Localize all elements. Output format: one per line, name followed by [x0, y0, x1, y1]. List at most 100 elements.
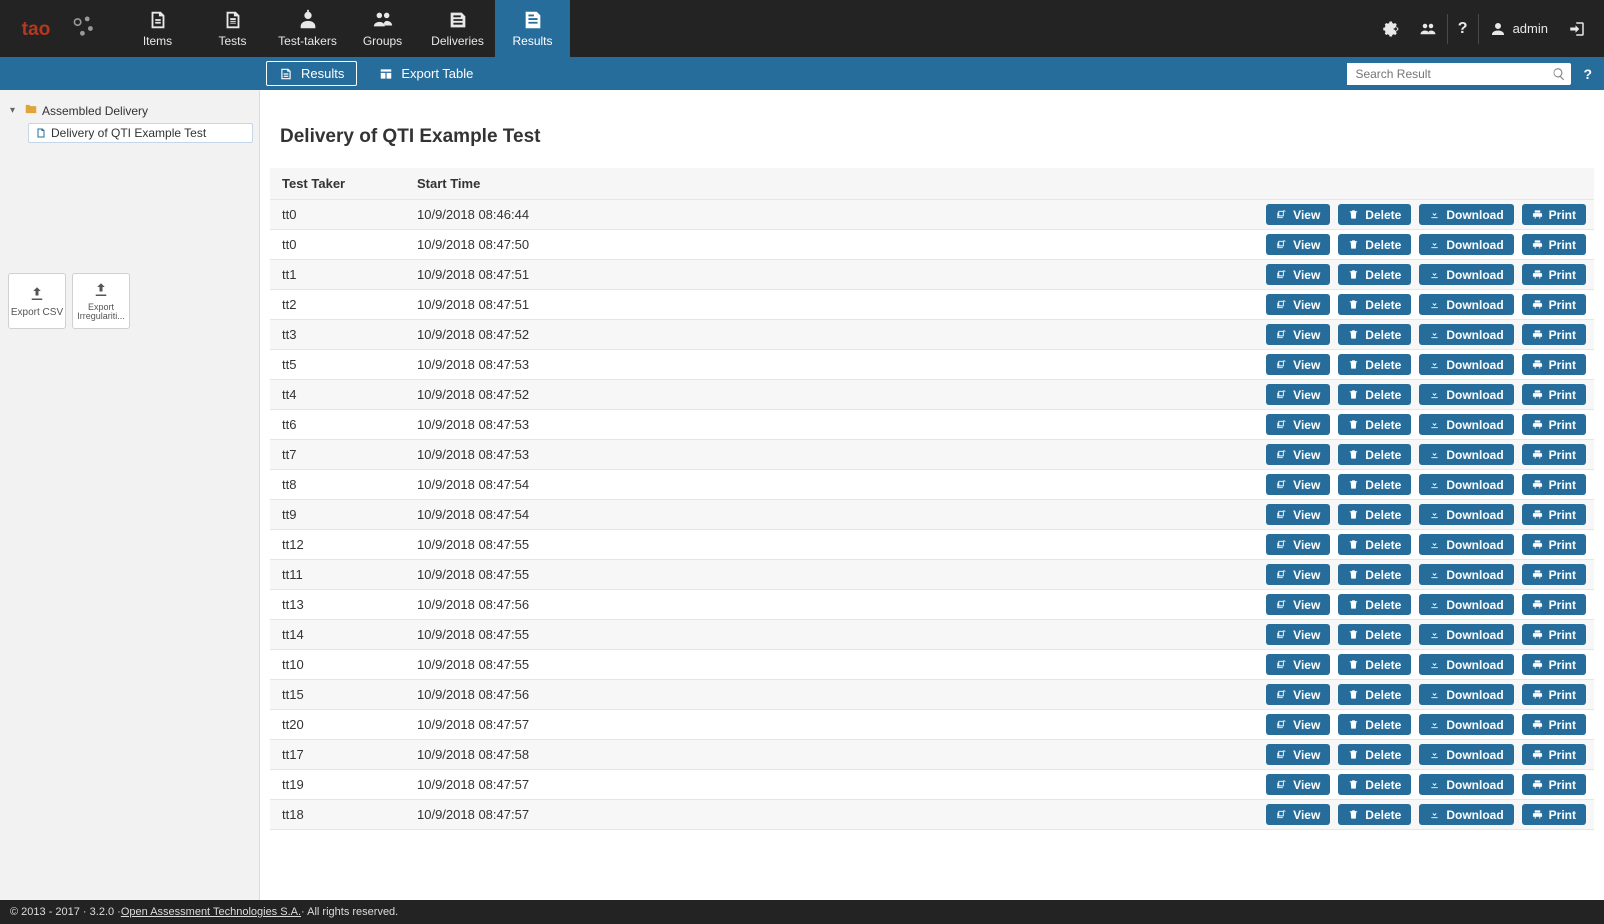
delete-button[interactable]: Delete — [1338, 234, 1411, 255]
view-button[interactable]: View — [1266, 264, 1330, 285]
download-button[interactable]: Download — [1419, 234, 1513, 255]
delete-button[interactable]: Delete — [1338, 414, 1411, 435]
download-button[interactable]: Download — [1419, 714, 1513, 735]
view-button[interactable]: View — [1266, 774, 1330, 795]
view-button[interactable]: View — [1266, 534, 1330, 555]
print-button[interactable]: Print — [1522, 654, 1586, 675]
download-button[interactable]: Download — [1419, 414, 1513, 435]
tree-toggle-icon[interactable]: ▾ — [10, 105, 20, 116]
print-button[interactable]: Print — [1522, 384, 1586, 405]
print-button[interactable]: Print — [1522, 444, 1586, 465]
print-button[interactable]: Print — [1522, 294, 1586, 315]
delete-button[interactable]: Delete — [1338, 594, 1411, 615]
print-button[interactable]: Print — [1522, 684, 1586, 705]
download-button[interactable]: Download — [1419, 534, 1513, 555]
delete-button[interactable]: Delete — [1338, 804, 1411, 825]
footer-link[interactable]: Open Assessment Technologies S.A. — [121, 906, 301, 918]
view-button[interactable]: View — [1266, 564, 1330, 585]
print-button[interactable]: Print — [1522, 594, 1586, 615]
view-button[interactable]: View — [1266, 594, 1330, 615]
delete-button[interactable]: Delete — [1338, 564, 1411, 585]
tree-child-selected[interactable]: Delivery of QTI Example Test — [28, 123, 253, 143]
download-button[interactable]: Download — [1419, 744, 1513, 765]
delete-button[interactable]: Delete — [1338, 744, 1411, 765]
print-button[interactable]: Print — [1522, 774, 1586, 795]
delete-button[interactable]: Delete — [1338, 354, 1411, 375]
settings-icon[interactable] — [1371, 0, 1409, 57]
print-button[interactable]: Print — [1522, 714, 1586, 735]
view-button[interactable]: View — [1266, 384, 1330, 405]
view-button[interactable]: View — [1266, 444, 1330, 465]
delete-button[interactable]: Delete — [1338, 624, 1411, 645]
download-button[interactable]: Download — [1419, 654, 1513, 675]
print-button[interactable]: Print — [1522, 234, 1586, 255]
view-button[interactable]: View — [1266, 654, 1330, 675]
nav-results[interactable]: Results — [495, 0, 570, 57]
download-button[interactable]: Download — [1419, 684, 1513, 705]
export-csv-button[interactable]: Export CSV — [8, 273, 66, 329]
download-button[interactable]: Download — [1419, 774, 1513, 795]
delete-button[interactable]: Delete — [1338, 504, 1411, 525]
print-button[interactable]: Print — [1522, 534, 1586, 555]
nav-test-takers[interactable]: Test-takers — [270, 0, 345, 57]
delete-button[interactable]: Delete — [1338, 714, 1411, 735]
nav-groups[interactable]: Groups — [345, 0, 420, 57]
download-button[interactable]: Download — [1419, 324, 1513, 345]
delete-button[interactable]: Delete — [1338, 264, 1411, 285]
print-button[interactable]: Print — [1522, 504, 1586, 525]
print-button[interactable]: Print — [1522, 804, 1586, 825]
view-button[interactable]: View — [1266, 474, 1330, 495]
print-button[interactable]: Print — [1522, 744, 1586, 765]
logo[interactable]: tao — [0, 0, 120, 57]
print-button[interactable]: Print — [1522, 414, 1586, 435]
subbar-export-table[interactable]: Export Table — [367, 61, 485, 86]
download-button[interactable]: Download — [1419, 624, 1513, 645]
delete-button[interactable]: Delete — [1338, 324, 1411, 345]
delete-button[interactable]: Delete — [1338, 444, 1411, 465]
download-button[interactable]: Download — [1419, 204, 1513, 225]
export-irregularities-button[interactable]: Export Irregulariti... — [72, 273, 130, 329]
delete-button[interactable]: Delete — [1338, 774, 1411, 795]
users-icon[interactable] — [1409, 0, 1447, 57]
delete-button[interactable]: Delete — [1338, 294, 1411, 315]
view-button[interactable]: View — [1266, 804, 1330, 825]
download-button[interactable]: Download — [1419, 444, 1513, 465]
download-button[interactable]: Download — [1419, 474, 1513, 495]
print-button[interactable]: Print — [1522, 624, 1586, 645]
subbar-results[interactable]: Results — [266, 61, 357, 86]
delete-button[interactable]: Delete — [1338, 654, 1411, 675]
delete-button[interactable]: Delete — [1338, 534, 1411, 555]
print-button[interactable]: Print — [1522, 564, 1586, 585]
delete-button[interactable]: Delete — [1338, 384, 1411, 405]
download-button[interactable]: Download — [1419, 804, 1513, 825]
view-button[interactable]: View — [1266, 684, 1330, 705]
help-button[interactable]: ? — [1448, 0, 1478, 57]
download-button[interactable]: Download — [1419, 504, 1513, 525]
logout-icon[interactable] — [1558, 0, 1596, 57]
search-button[interactable] — [1547, 63, 1571, 85]
view-button[interactable]: View — [1266, 714, 1330, 735]
download-button[interactable]: Download — [1419, 564, 1513, 585]
user-menu[interactable]: admin — [1479, 0, 1558, 57]
print-button[interactable]: Print — [1522, 204, 1586, 225]
view-button[interactable]: View — [1266, 744, 1330, 765]
download-button[interactable]: Download — [1419, 294, 1513, 315]
delete-button[interactable]: Delete — [1338, 204, 1411, 225]
delete-button[interactable]: Delete — [1338, 684, 1411, 705]
view-button[interactable]: View — [1266, 234, 1330, 255]
view-button[interactable]: View — [1266, 324, 1330, 345]
view-button[interactable]: View — [1266, 504, 1330, 525]
nav-items[interactable]: Items — [120, 0, 195, 57]
print-button[interactable]: Print — [1522, 324, 1586, 345]
view-button[interactable]: View — [1266, 414, 1330, 435]
print-button[interactable]: Print — [1522, 354, 1586, 375]
view-button[interactable]: View — [1266, 204, 1330, 225]
download-button[interactable]: Download — [1419, 384, 1513, 405]
search-input[interactable] — [1347, 63, 1547, 85]
view-button[interactable]: View — [1266, 354, 1330, 375]
delete-button[interactable]: Delete — [1338, 474, 1411, 495]
view-button[interactable]: View — [1266, 624, 1330, 645]
nav-tests[interactable]: Tests — [195, 0, 270, 57]
view-button[interactable]: View — [1266, 294, 1330, 315]
nav-deliveries[interactable]: Deliveries — [420, 0, 495, 57]
